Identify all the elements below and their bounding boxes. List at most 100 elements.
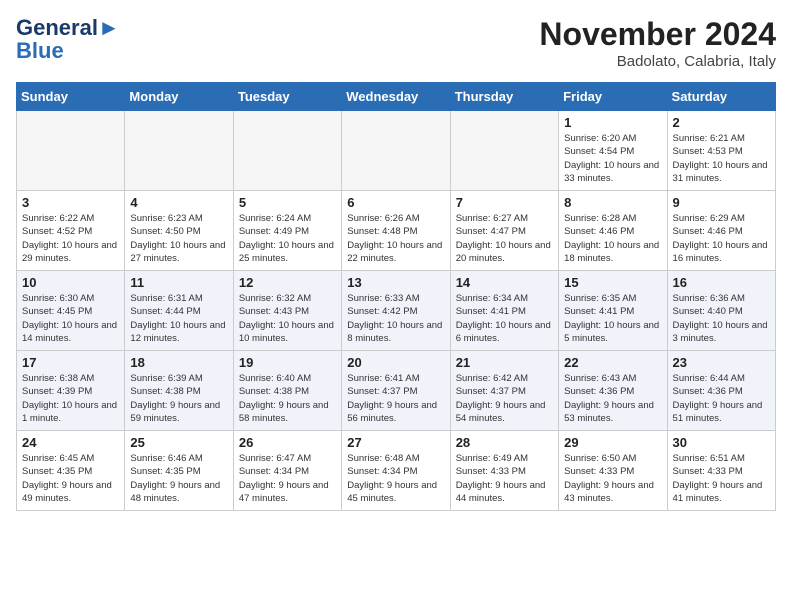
day-number: 11 bbox=[130, 275, 227, 290]
calendar-cell: 22 Sunrise: 6:43 AMSunset: 4:36 PMDayligh… bbox=[559, 351, 667, 431]
calendar-cell bbox=[342, 111, 450, 191]
calendar-week-1: 1Sunrise: 6:20 AMSunset: 4:54 PMDaylight… bbox=[17, 111, 776, 191]
calendar-week-3: 10 Sunrise: 6:30 AMSunset: 4:45 PMDayligh… bbox=[17, 271, 776, 351]
day-info: Sunrise: 6:38 AMSunset: 4:39 PMDaylight:… bbox=[22, 372, 119, 425]
calendar-week-5: 24 Sunrise: 6:45 AMSunset: 4:35 PMDayligh… bbox=[17, 431, 776, 511]
calendar-week-4: 17 Sunrise: 6:38 AMSunset: 4:39 PMDayligh… bbox=[17, 351, 776, 431]
calendar-cell: 12 Sunrise: 6:32 AMSunset: 4:43 PMDayligh… bbox=[233, 271, 341, 351]
day-number: 17 bbox=[22, 355, 119, 370]
day-number: 12 bbox=[239, 275, 336, 290]
day-number: 26 bbox=[239, 435, 336, 450]
day-info: Sunrise: 6:30 AMSunset: 4:45 PMDaylight:… bbox=[22, 292, 119, 345]
header-sunday: Sunday bbox=[17, 83, 125, 111]
day-number: 4 bbox=[130, 195, 227, 210]
calendar-body: 1Sunrise: 6:20 AMSunset: 4:54 PMDaylight… bbox=[17, 111, 776, 511]
day-number: 6 bbox=[347, 195, 444, 210]
calendar-table: SundayMondayTuesdayWednesdayThursdayFrid… bbox=[16, 82, 776, 511]
logo-blue: Blue bbox=[16, 38, 64, 64]
calendar-cell: 19 Sunrise: 6:40 AMSunset: 4:38 PMDayligh… bbox=[233, 351, 341, 431]
day-number: 14 bbox=[456, 275, 553, 290]
day-number: 21 bbox=[456, 355, 553, 370]
calendar-cell: 21Sunrise: 6:42 AMSunset: 4:37 PMDayligh… bbox=[450, 351, 558, 431]
day-number: 27 bbox=[347, 435, 444, 450]
day-info: Sunrise: 6:46 AMSunset: 4:35 PMDaylight:… bbox=[130, 452, 227, 505]
calendar-cell: 6 Sunrise: 6:26 AMSunset: 4:48 PMDaylight… bbox=[342, 191, 450, 271]
calendar-cell: 11 Sunrise: 6:31 AMSunset: 4:44 PMDayligh… bbox=[125, 271, 233, 351]
day-number: 24 bbox=[22, 435, 119, 450]
header-saturday: Saturday bbox=[667, 83, 775, 111]
day-info: Sunrise: 6:21 AMSunset: 4:53 PMDaylight:… bbox=[673, 132, 770, 185]
day-number: 22 bbox=[564, 355, 661, 370]
day-info: Sunrise: 6:28 AMSunset: 4:46 PMDaylight:… bbox=[564, 212, 661, 265]
day-number: 1 bbox=[564, 115, 661, 130]
calendar-cell: 23Sunrise: 6:44 AMSunset: 4:36 PMDayligh… bbox=[667, 351, 775, 431]
header-friday: Friday bbox=[559, 83, 667, 111]
calendar-cell: 20Sunrise: 6:41 AMSunset: 4:37 PMDayligh… bbox=[342, 351, 450, 431]
calendar-week-2: 3 Sunrise: 6:22 AMSunset: 4:52 PMDaylight… bbox=[17, 191, 776, 271]
calendar-cell: 1Sunrise: 6:20 AMSunset: 4:54 PMDaylight… bbox=[559, 111, 667, 191]
calendar-cell: 5Sunrise: 6:24 AMSunset: 4:49 PMDaylight… bbox=[233, 191, 341, 271]
calendar-cell: 10 Sunrise: 6:30 AMSunset: 4:45 PMDayligh… bbox=[17, 271, 125, 351]
day-number: 20 bbox=[347, 355, 444, 370]
header-tuesday: Tuesday bbox=[233, 83, 341, 111]
day-info: Sunrise: 6:51 AMSunset: 4:33 PMDaylight:… bbox=[673, 452, 770, 505]
calendar-cell: 7Sunrise: 6:27 AMSunset: 4:47 PMDaylight… bbox=[450, 191, 558, 271]
day-number: 3 bbox=[22, 195, 119, 210]
day-info: Sunrise: 6:40 AMSunset: 4:38 PMDaylight:… bbox=[239, 372, 336, 425]
location: Badolato, Calabria, Italy bbox=[539, 53, 776, 70]
day-info: Sunrise: 6:36 AMSunset: 4:40 PMDaylight:… bbox=[673, 292, 770, 345]
calendar-cell bbox=[450, 111, 558, 191]
day-info: Sunrise: 6:27 AMSunset: 4:47 PMDaylight:… bbox=[456, 212, 553, 265]
day-info: Sunrise: 6:29 AMSunset: 4:46 PMDaylight:… bbox=[673, 212, 770, 265]
calendar-cell bbox=[17, 111, 125, 191]
day-number: 2 bbox=[673, 115, 770, 130]
day-number: 25 bbox=[130, 435, 227, 450]
day-number: 8 bbox=[564, 195, 661, 210]
day-info: Sunrise: 6:22 AMSunset: 4:52 PMDaylight:… bbox=[22, 212, 119, 265]
calendar-cell: 17 Sunrise: 6:38 AMSunset: 4:39 PMDayligh… bbox=[17, 351, 125, 431]
day-number: 5 bbox=[239, 195, 336, 210]
day-info: Sunrise: 6:43 AMSunset: 4:36 PMDaylight:… bbox=[564, 372, 661, 425]
calendar-cell bbox=[125, 111, 233, 191]
day-number: 23 bbox=[673, 355, 770, 370]
calendar-cell: 27 Sunrise: 6:48 AMSunset: 4:34 PMDayligh… bbox=[342, 431, 450, 511]
day-number: 13 bbox=[347, 275, 444, 290]
day-info: Sunrise: 6:23 AMSunset: 4:50 PMDaylight:… bbox=[130, 212, 227, 265]
calendar-cell: 13 Sunrise: 6:33 AMSunset: 4:42 PMDayligh… bbox=[342, 271, 450, 351]
logo-text: General► bbox=[16, 16, 120, 40]
day-info: Sunrise: 6:32 AMSunset: 4:43 PMDaylight:… bbox=[239, 292, 336, 345]
calendar-header-row: SundayMondayTuesdayWednesdayThursdayFrid… bbox=[17, 83, 776, 111]
day-number: 18 bbox=[130, 355, 227, 370]
calendar-cell: 15 Sunrise: 6:35 AMSunset: 4:41 PMDayligh… bbox=[559, 271, 667, 351]
day-info: Sunrise: 6:50 AMSunset: 4:33 PMDaylight:… bbox=[564, 452, 661, 505]
title-area: November 2024 Badolato, Calabria, Italy bbox=[539, 16, 776, 70]
calendar-cell: 30Sunrise: 6:51 AMSunset: 4:33 PMDayligh… bbox=[667, 431, 775, 511]
header-wednesday: Wednesday bbox=[342, 83, 450, 111]
month-title: November 2024 bbox=[539, 16, 776, 53]
header-thursday: Thursday bbox=[450, 83, 558, 111]
day-info: Sunrise: 6:26 AMSunset: 4:48 PMDaylight:… bbox=[347, 212, 444, 265]
calendar-cell: 4 Sunrise: 6:23 AMSunset: 4:50 PMDaylight… bbox=[125, 191, 233, 271]
day-info: Sunrise: 6:35 AMSunset: 4:41 PMDaylight:… bbox=[564, 292, 661, 345]
calendar-cell: 3 Sunrise: 6:22 AMSunset: 4:52 PMDaylight… bbox=[17, 191, 125, 271]
day-info: Sunrise: 6:47 AMSunset: 4:34 PMDaylight:… bbox=[239, 452, 336, 505]
calendar-cell: 2 Sunrise: 6:21 AMSunset: 4:53 PMDaylight… bbox=[667, 111, 775, 191]
day-number: 19 bbox=[239, 355, 336, 370]
day-number: 10 bbox=[22, 275, 119, 290]
day-info: Sunrise: 6:31 AMSunset: 4:44 PMDaylight:… bbox=[130, 292, 227, 345]
day-info: Sunrise: 6:39 AMSunset: 4:38 PMDaylight:… bbox=[130, 372, 227, 425]
calendar-cell: 25 Sunrise: 6:46 AMSunset: 4:35 PMDayligh… bbox=[125, 431, 233, 511]
day-info: Sunrise: 6:49 AMSunset: 4:33 PMDaylight:… bbox=[456, 452, 553, 505]
calendar-cell: 14Sunrise: 6:34 AMSunset: 4:41 PMDayligh… bbox=[450, 271, 558, 351]
calendar-cell: 9 Sunrise: 6:29 AMSunset: 4:46 PMDaylight… bbox=[667, 191, 775, 271]
day-info: Sunrise: 6:48 AMSunset: 4:34 PMDaylight:… bbox=[347, 452, 444, 505]
calendar-cell: 28Sunrise: 6:49 AMSunset: 4:33 PMDayligh… bbox=[450, 431, 558, 511]
day-info: Sunrise: 6:45 AMSunset: 4:35 PMDaylight:… bbox=[22, 452, 119, 505]
calendar-cell bbox=[233, 111, 341, 191]
day-number: 15 bbox=[564, 275, 661, 290]
day-number: 9 bbox=[673, 195, 770, 210]
calendar-cell: 8 Sunrise: 6:28 AMSunset: 4:46 PMDaylight… bbox=[559, 191, 667, 271]
day-info: Sunrise: 6:33 AMSunset: 4:42 PMDaylight:… bbox=[347, 292, 444, 345]
page-header: General► Blue November 2024 Badolato, Ca… bbox=[16, 16, 776, 70]
header-monday: Monday bbox=[125, 83, 233, 111]
